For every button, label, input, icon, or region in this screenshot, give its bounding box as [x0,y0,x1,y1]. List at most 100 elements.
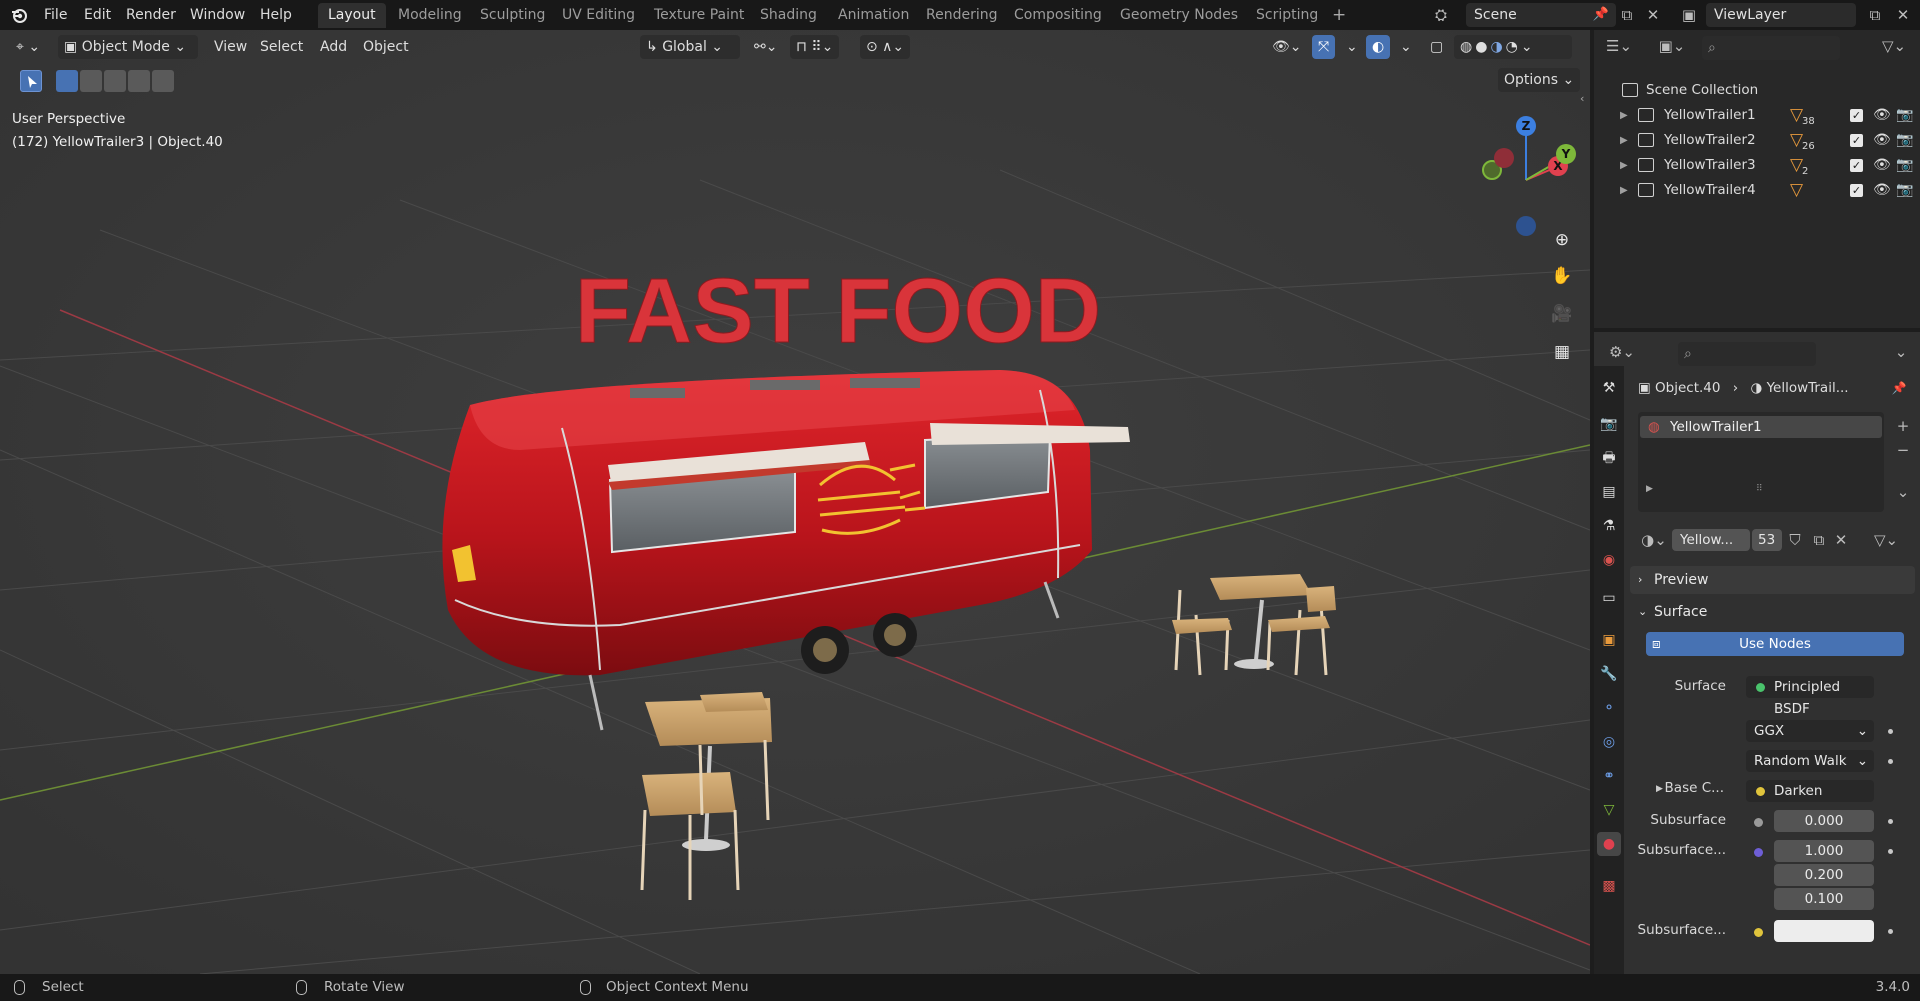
delete-scene-icon[interactable]: ✕ [1640,3,1666,27]
tab-geometry-nodes[interactable]: Geometry Nodes [1110,3,1248,28]
select-intersect-icon[interactable] [152,70,174,92]
tab-rendering[interactable]: Rendering [916,3,1008,28]
outliner-row-trailer4[interactable]: ▶ YellowTrailer4 ▽ ✓ 👁 📷 [1594,178,1920,203]
new-scene-icon[interactable]: ⧉ [1614,3,1640,27]
shading-modes[interactable]: ◍●◑◔⌄ [1454,35,1572,59]
tab-sculpting[interactable]: Sculpting [470,3,555,28]
solid-icon[interactable]: ● [1475,39,1490,55]
link-type-icon[interactable]: ▽⌄ [1866,528,1906,552]
eye-icon[interactable]: 👁 [1873,128,1891,153]
world-tab-icon[interactable]: ◉ [1597,548,1621,572]
keyframe-dot[interactable] [1888,729,1893,734]
menu-window[interactable]: Window [186,0,249,30]
editor-type-icon[interactable]: ⌖ ⌄ [10,35,46,59]
modifier-tab-icon[interactable]: 🔧 [1597,662,1621,686]
proportional-edit-icon[interactable]: ⊙ ∧⌄ [860,35,911,59]
tab-scripting[interactable]: Scripting [1246,3,1328,28]
render-tab-icon[interactable]: 📷 [1597,412,1621,436]
scene-collection-row[interactable]: Scene Collection [1594,78,1920,103]
chevron-down-icon[interactable]: ⌄ [1888,340,1914,364]
rendered-icon[interactable]: ◔ [1506,39,1521,55]
use-nodes-button[interactable]: ⧈ Use Nodes [1646,632,1904,656]
menu-file[interactable]: File [40,0,71,30]
remove-slot-icon[interactable]: − [1890,438,1916,462]
outliner-row-trailer3[interactable]: ▶ YellowTrailer3 ▽ 2 ✓ 👁 📷 [1594,153,1920,178]
subsurface-method-dropdown[interactable]: Random Walk ⌄ [1746,750,1874,772]
constraints-tab-icon[interactable]: ⚭ [1597,764,1621,788]
user-count[interactable]: 53 [1752,529,1782,551]
pivot-point-icon[interactable]: ⚯⌄ [748,35,783,59]
view-layer-field[interactable]: ViewLayer [1706,3,1856,27]
fake-user-shield-icon[interactable]: ⛉ [1782,528,1808,552]
camera-icon[interactable]: 📷 [1896,103,1913,128]
menu-select[interactable]: Select [254,35,309,59]
material-slot-list[interactable]: ◍ YellowTrailer1 ▶ ⠿ [1638,412,1884,512]
material-preview-icon[interactable]: ◑ [1490,39,1505,55]
chevron-down-icon[interactable]: ⌄ [1340,35,1364,59]
properties-editor-type-icon[interactable]: ⚙⌄ [1604,340,1640,364]
zoom-icon[interactable]: ⊕ [1548,226,1576,254]
menu-object[interactable]: Object [357,35,415,59]
pin-icon[interactable]: 📌 [1886,376,1912,400]
pan-hand-icon[interactable]: ✋ [1548,262,1576,290]
chevron-down-icon[interactable]: ⌄ [1394,35,1418,59]
perspective-toggle-icon[interactable]: ▦ [1548,338,1576,366]
add-workspace-button[interactable]: + [1322,3,1356,28]
data-tab-icon[interactable]: ▽ [1597,798,1621,822]
eye-icon[interactable]: 👁 [1873,103,1891,128]
gizmo-neg-x[interactable] [1494,148,1514,168]
keyframe-dot[interactable] [1888,849,1893,854]
base-color-field[interactable]: Darken [1746,780,1874,802]
expand-arrow-icon[interactable]: ▶ [1620,128,1628,153]
tab-modeling[interactable]: Modeling [388,3,472,28]
gizmo-z[interactable]: Z [1516,116,1536,136]
camera-icon[interactable]: 📷 [1896,153,1913,178]
gizmo-toggle-icon[interactable]: ⤧ [1312,35,1336,59]
tab-shading[interactable]: Shading [750,3,827,28]
resize-handle-icon[interactable]: ⠿ [1756,484,1763,494]
material-tab-icon[interactable]: ● [1597,832,1621,856]
keyframe-dot[interactable] [1888,819,1893,824]
tab-layout[interactable]: Layout [318,3,386,28]
menu-help[interactable]: Help [256,0,296,30]
add-slot-icon[interactable]: + [1890,414,1916,438]
select-extend-icon[interactable] [80,70,102,92]
tab-uv-editing[interactable]: UV Editing [552,3,645,28]
blender-logo-icon[interactable] [10,6,28,24]
sidebar-toggle-icon[interactable]: ‹ [1580,92,1584,105]
menu-view[interactable]: View [208,35,253,59]
expand-arrow-icon[interactable]: ▶ [1620,153,1628,178]
gizmo-neg-z[interactable] [1516,216,1536,236]
select-invert-icon[interactable] [128,70,150,92]
tool-tab-icon[interactable]: ⚒ [1597,376,1621,400]
particles-tab-icon[interactable]: ⚬ [1597,696,1621,720]
select-new-icon[interactable] [56,70,78,92]
subsurface-radius-y[interactable]: 0.200 [1774,864,1874,886]
texture-tab-icon[interactable]: ▩ [1597,874,1621,898]
select-tool-icon[interactable] [20,70,42,92]
xray-icon[interactable]: ▢ [1424,35,1449,59]
output-tab-icon[interactable]: 🖶 [1597,446,1621,470]
exclude-checkbox[interactable]: ✓ [1850,159,1863,172]
expand-arrow-icon[interactable]: ▶ [1620,178,1628,203]
camera-icon[interactable]: 📷 [1896,128,1913,153]
orientation-dropdown[interactable]: ↳ Global ⌄ [640,35,740,59]
tab-animation[interactable]: Animation [828,3,919,28]
properties-search-input[interactable]: ⌕ [1678,342,1816,366]
view-layer-tab-icon[interactable]: ▤ [1597,480,1621,504]
object-tab-icon[interactable]: ▣ [1597,628,1621,652]
expand-arrow-icon[interactable]: ▶ [1646,484,1653,494]
menu-add[interactable]: Add [314,35,353,59]
3d-viewport[interactable]: FAST FOOD ⌖ ⌄ ▣ Object Mode ⌄ View Selec… [0,30,1590,974]
eye-icon[interactable]: 👁 [1873,153,1891,178]
surface-panel-header[interactable]: ⌄ Surface [1630,598,1915,626]
material-name-field[interactable]: Yellow... [1672,529,1750,551]
mode-dropdown[interactable]: ▣ Object Mode ⌄ [58,35,198,59]
scene-tab-icon[interactable]: ⚗ [1597,514,1621,538]
visibility-icon[interactable]: 👁⌄ [1266,35,1308,59]
subsurface-radius-z[interactable]: 0.100 [1774,888,1874,910]
pin-icon[interactable]: 📌 [1588,3,1614,27]
display-mode-icon[interactable]: ▣⌄ [1654,34,1690,58]
tab-texture-paint[interactable]: Texture Paint [644,3,754,28]
menu-edit[interactable]: Edit [80,0,115,30]
